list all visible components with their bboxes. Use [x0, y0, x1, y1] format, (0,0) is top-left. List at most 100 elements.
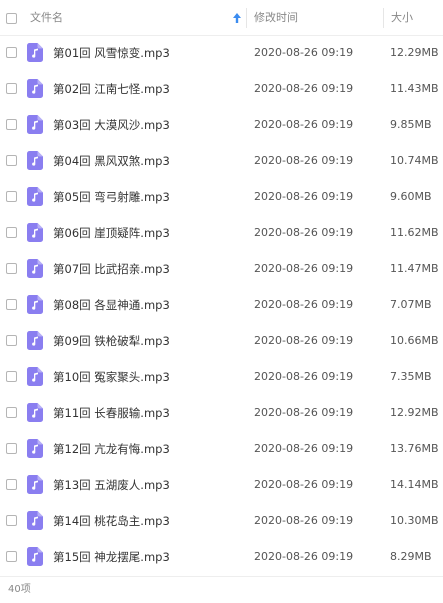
file-row[interactable]: 第12回 亢龙有悔.mp3 2020-08-26 09:19 13.76MB [0, 431, 443, 467]
column-divider[interactable] [246, 8, 247, 28]
arrow-up-icon[interactable] [231, 11, 243, 25]
file-name[interactable]: 第02回 江南七怪.mp3 [53, 71, 170, 107]
file-size: 13.76MB [390, 442, 439, 455]
row-checkbox[interactable] [6, 515, 17, 526]
file-modified-time: 2020-08-26 09:19 [254, 118, 354, 131]
music-file-icon [27, 295, 43, 314]
file-name[interactable]: 第11回 长春服输.mp3 [53, 395, 170, 431]
file-list-header: 文件名 修改时间 大小 [0, 0, 443, 36]
file-row[interactable]: 第04回 黑风双煞.mp3 2020-08-26 09:19 10.74MB [0, 143, 443, 179]
file-modified-time: 2020-08-26 09:19 [254, 334, 354, 347]
file-size: 11.43MB [390, 82, 439, 95]
file-name[interactable]: 第08回 各显神通.mp3 [53, 287, 170, 323]
file-size: 12.29MB [390, 46, 439, 59]
file-modified-time: 2020-08-26 09:19 [254, 226, 354, 239]
music-file-icon [27, 475, 43, 494]
file-name[interactable]: 第04回 黑风双煞.mp3 [53, 143, 170, 179]
file-row[interactable]: 第03回 大漠风沙.mp3 2020-08-26 09:19 9.85MB [0, 107, 443, 143]
row-checkbox[interactable] [6, 47, 17, 58]
column-header-size[interactable]: 大小 [391, 0, 413, 36]
row-checkbox[interactable] [6, 263, 17, 274]
file-size: 10.74MB [390, 154, 439, 167]
file-size: 8.29MB [390, 550, 432, 563]
file-modified-time: 2020-08-26 09:19 [254, 406, 354, 419]
file-name[interactable]: 第14回 桃花岛主.mp3 [53, 503, 170, 539]
file-size: 9.85MB [390, 118, 432, 131]
music-file-icon [27, 547, 43, 566]
row-checkbox[interactable] [6, 479, 17, 490]
file-row[interactable]: 第06回 崖顶疑阵.mp3 2020-08-26 09:19 11.62MB [0, 215, 443, 251]
file-name[interactable]: 第05回 弯弓射雕.mp3 [53, 179, 170, 215]
music-file-icon [27, 43, 43, 62]
column-divider[interactable] [383, 8, 384, 28]
file-modified-time: 2020-08-26 09:19 [254, 442, 354, 455]
file-row[interactable]: 第14回 桃花岛主.mp3 2020-08-26 09:19 10.30MB [0, 503, 443, 539]
item-count: 40项 [8, 584, 31, 595]
file-name[interactable]: 第10回 冤家聚头.mp3 [53, 359, 170, 395]
row-checkbox[interactable] [6, 299, 17, 310]
file-modified-time: 2020-08-26 09:19 [254, 514, 354, 527]
file-size: 12.92MB [390, 406, 439, 419]
file-row[interactable]: 第11回 长春服输.mp3 2020-08-26 09:19 12.92MB [0, 395, 443, 431]
row-checkbox[interactable] [6, 83, 17, 94]
file-size: 11.47MB [390, 262, 439, 275]
file-list: 第01回 风雪惊变.mp3 2020-08-26 09:19 12.29MB 第… [0, 35, 443, 575]
row-checkbox[interactable] [6, 335, 17, 346]
music-file-icon [27, 439, 43, 458]
row-checkbox[interactable] [6, 407, 17, 418]
music-file-icon [27, 151, 43, 170]
music-file-icon [27, 367, 43, 386]
music-file-icon [27, 79, 43, 98]
file-row[interactable]: 第09回 铁枪破犁.mp3 2020-08-26 09:19 10.66MB [0, 323, 443, 359]
music-file-icon [27, 511, 43, 530]
file-name[interactable]: 第09回 铁枪破犁.mp3 [53, 323, 170, 359]
column-header-name[interactable]: 文件名 [30, 0, 63, 36]
file-row[interactable]: 第07回 比武招亲.mp3 2020-08-26 09:19 11.47MB [0, 251, 443, 287]
row-checkbox[interactable] [6, 551, 17, 562]
file-row[interactable]: 第02回 江南七怪.mp3 2020-08-26 09:19 11.43MB [0, 71, 443, 107]
file-modified-time: 2020-08-26 09:19 [254, 370, 354, 383]
file-modified-time: 2020-08-26 09:19 [254, 190, 354, 203]
file-modified-time: 2020-08-26 09:19 [254, 478, 354, 491]
music-file-icon [27, 187, 43, 206]
file-row[interactable]: 第05回 弯弓射雕.mp3 2020-08-26 09:19 9.60MB [0, 179, 443, 215]
row-checkbox[interactable] [6, 119, 17, 130]
select-all-checkbox[interactable] [6, 13, 17, 24]
row-checkbox[interactable] [6, 371, 17, 382]
file-modified-time: 2020-08-26 09:19 [254, 262, 354, 275]
column-header-date[interactable]: 修改时间 [254, 0, 298, 36]
file-name[interactable]: 第06回 崖顶疑阵.mp3 [53, 215, 170, 251]
file-name[interactable]: 第15回 神龙摆尾.mp3 [53, 539, 170, 575]
file-modified-time: 2020-08-26 09:19 [254, 154, 354, 167]
file-row[interactable]: 第01回 风雪惊变.mp3 2020-08-26 09:19 12.29MB [0, 35, 443, 71]
file-size: 11.62MB [390, 226, 439, 239]
file-row[interactable]: 第10回 冤家聚头.mp3 2020-08-26 09:19 7.35MB [0, 359, 443, 395]
file-name[interactable]: 第03回 大漠风沙.mp3 [53, 107, 170, 143]
music-file-icon [27, 403, 43, 422]
status-bar: 40项 [0, 576, 443, 600]
file-name[interactable]: 第07回 比武招亲.mp3 [53, 251, 170, 287]
file-modified-time: 2020-08-26 09:19 [254, 82, 354, 95]
file-size: 9.60MB [390, 190, 432, 203]
music-file-icon [27, 331, 43, 350]
music-file-icon [27, 223, 43, 242]
row-checkbox[interactable] [6, 191, 17, 202]
file-size: 14.14MB [390, 478, 439, 491]
row-checkbox[interactable] [6, 443, 17, 454]
file-size: 10.66MB [390, 334, 439, 347]
file-name[interactable]: 第12回 亢龙有悔.mp3 [53, 431, 170, 467]
file-modified-time: 2020-08-26 09:19 [254, 550, 354, 563]
file-name[interactable]: 第01回 风雪惊变.mp3 [53, 35, 170, 71]
file-modified-time: 2020-08-26 09:19 [254, 298, 354, 311]
file-row[interactable]: 第15回 神龙摆尾.mp3 2020-08-26 09:19 8.29MB [0, 539, 443, 575]
file-size: 7.07MB [390, 298, 432, 311]
file-row[interactable]: 第13回 五湖废人.mp3 2020-08-26 09:19 14.14MB [0, 467, 443, 503]
music-file-icon [27, 259, 43, 278]
file-row[interactable]: 第08回 各显神通.mp3 2020-08-26 09:19 7.07MB [0, 287, 443, 323]
file-size: 7.35MB [390, 370, 432, 383]
music-file-icon [27, 115, 43, 134]
row-checkbox[interactable] [6, 227, 17, 238]
file-size: 10.30MB [390, 514, 439, 527]
row-checkbox[interactable] [6, 155, 17, 166]
file-name[interactable]: 第13回 五湖废人.mp3 [53, 467, 170, 503]
